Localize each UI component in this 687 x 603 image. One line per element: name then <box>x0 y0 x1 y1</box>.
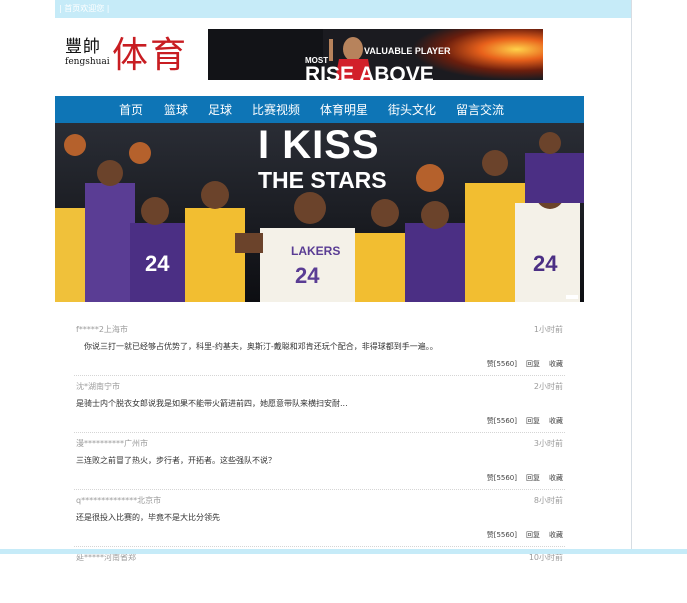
logo-english-name: fengshuai <box>65 57 110 67</box>
reply-button[interactable]: 回复 <box>526 360 540 368</box>
hero-banner[interactable]: 24 LAKERS 24 24 I KISS THE STARS <box>55 123 584 302</box>
comment-item: 漫**********广州市 3小时前 三连败之前冒了热火，步行者，开拓者。这些… <box>74 432 565 490</box>
comment-actions: 赞[5560] 回复 收藏 <box>478 473 563 483</box>
comment-item: f*****2上海市 1小时前 你说三打一就已经够占优势了，科里-约基夫，奥斯汀… <box>74 318 565 376</box>
ad-text-rise-above: RISE ABOVE <box>305 63 434 80</box>
main-nav: 首页 篮球 足球 比赛视频 体育明星 街头文化 留言交流 <box>55 96 584 123</box>
comment-user[interactable]: 沈*湖南宁市 <box>76 381 120 392</box>
comment-text: 三连败之前冒了热火，步行者，开拓者。这些强队不说？ <box>76 456 276 465</box>
comment-time: 2小时前 <box>533 382 563 391</box>
comment-user[interactable]: q**************北京市 <box>76 495 161 506</box>
ad-artwork: MOST VALUABLE PLAYER RISE ABOVE <box>208 29 543 80</box>
site-logo[interactable]: 豐帥 fengshuai 体育 <box>65 28 195 76</box>
comment-text: 是骑士内个脱衣女郎说我是如果不能带火箭进前四，她愿意带队来横扫安耐... <box>76 399 348 408</box>
like-button[interactable]: 赞[5560] <box>487 531 517 539</box>
logo-chinese-name: 豐帥 <box>65 37 101 57</box>
page-container: | 首页欢迎您 | 豐帥 fengshuai 体育 MOST VALUABLE <box>55 0 631 562</box>
comment-time: 1小时前 <box>533 325 563 334</box>
hero-jersey-left: 24 <box>145 251 170 276</box>
nav-item-football[interactable]: 足球 <box>208 101 232 118</box>
hero-team-text: LAKERS <box>291 244 340 258</box>
comment-actions: 赞[5560] 回复 收藏 <box>478 359 563 369</box>
hero-subheadline: THE STARS <box>258 167 387 193</box>
like-button[interactable]: 赞[5560] <box>487 474 517 482</box>
right-gutter <box>631 0 687 554</box>
comment-user[interactable]: 漫**********广州市 <box>76 438 148 449</box>
reply-button[interactable]: 回复 <box>526 531 540 539</box>
reply-button[interactable]: 回复 <box>526 474 540 482</box>
reply-button[interactable]: 回复 <box>526 417 540 425</box>
like-button[interactable]: 赞[5560] <box>487 360 517 368</box>
nav-item-home[interactable]: 首页 <box>119 101 143 118</box>
favorite-button[interactable]: 收藏 <box>549 417 563 425</box>
logo-title: 体育 <box>112 35 189 76</box>
welcome-text: | 首页欢迎您 | <box>59 4 110 13</box>
comment-text: 你说三打一就已经够占优势了，科里-约基夫，奥斯汀-戴聪和邓肯还玩个配合，非得球都… <box>84 342 438 351</box>
hero-jersey-right: 24 <box>533 251 558 276</box>
nav-item-street-culture[interactable]: 街头文化 <box>388 101 436 118</box>
comment-list: f*****2上海市 1小时前 你说三打一就已经够占优势了，科里-约基夫，奥斯汀… <box>74 318 565 562</box>
favorite-button[interactable]: 收藏 <box>549 360 563 368</box>
comment-time: 8小时前 <box>533 496 563 505</box>
hero-jersey-center: 24 <box>295 263 320 288</box>
comment-item: q**************北京市 8小时前 还是很投入比赛的，毕竟不是大比分… <box>74 489 565 547</box>
comment-item: 沈*湖南宁市 2小时前 是骑士内个脱衣女郎说我是如果不能带火箭进前四，她愿意带队… <box>74 375 565 433</box>
nav-item-message-board[interactable]: 留言交流 <box>456 101 504 118</box>
hero-headline: I KISS <box>258 123 380 167</box>
comment-text: 还是很投入比赛的，毕竟不是大比分领先 <box>76 513 220 522</box>
comment-actions: 赞[5560] 回复 收藏 <box>478 530 563 540</box>
nav-item-sports-stars[interactable]: 体育明星 <box>320 101 368 118</box>
nav-item-match-videos[interactable]: 比赛视频 <box>252 101 300 118</box>
comment-actions: 赞[5560] 回复 收藏 <box>478 416 563 426</box>
ad-text-mvp: VALUABLE PLAYER <box>364 46 451 56</box>
comment-user[interactable]: f*****2上海市 <box>76 324 128 335</box>
favorite-button[interactable]: 收藏 <box>549 531 563 539</box>
nav-item-basketball[interactable]: 篮球 <box>164 101 188 118</box>
favorite-button[interactable]: 收藏 <box>549 474 563 482</box>
top-welcome-bar: | 首页欢迎您 | <box>55 0 631 18</box>
comment-item: 延*****河南省郑 10小时前 <box>74 546 565 603</box>
like-button[interactable]: 赞[5560] <box>487 417 517 425</box>
slider-pager[interactable] <box>566 295 578 299</box>
bottom-border <box>0 549 687 554</box>
comment-time: 3小时前 <box>533 439 563 448</box>
mvp-ad-banner[interactable]: MOST VALUABLE PLAYER RISE ABOVE <box>208 29 543 80</box>
